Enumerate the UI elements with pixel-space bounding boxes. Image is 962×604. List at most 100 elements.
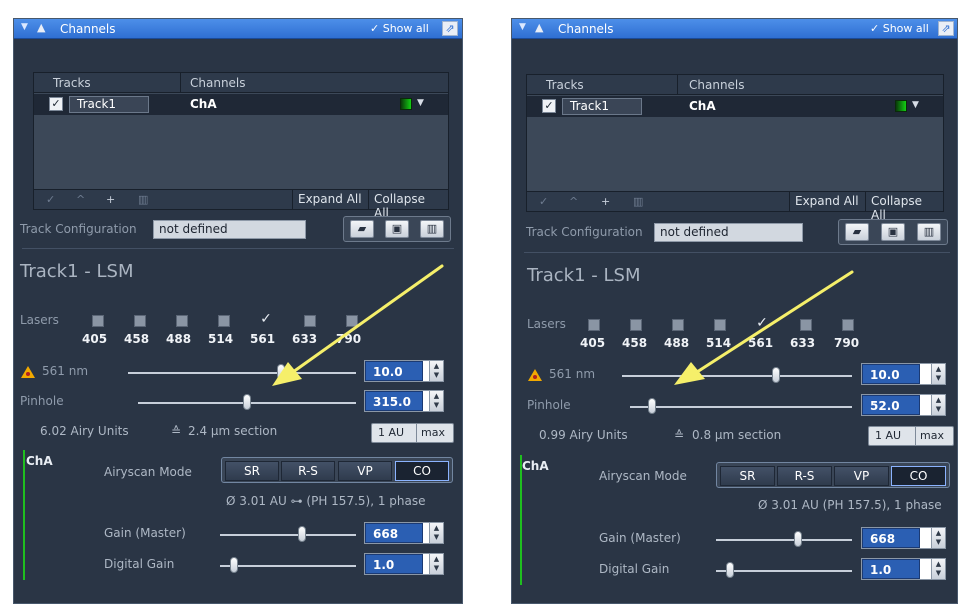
laser-checkbox-790[interactable]: [346, 315, 358, 327]
laser-power-slider[interactable]: [128, 372, 356, 374]
spin-arrows-icon[interactable]: ▲ ▼: [429, 523, 443, 543]
laser-power-slider-thumb[interactable]: [276, 364, 285, 380]
popout-icon[interactable]: ⇗: [442, 21, 458, 36]
laser-checkbox-561[interactable]: ✓: [260, 312, 272, 326]
laser-power-slider-thumb[interactable]: [772, 367, 781, 383]
delete-icon[interactable]: ▥: [917, 223, 941, 241]
channel-color-swatch[interactable]: [400, 98, 412, 110]
gain-value[interactable]: 668: [862, 528, 920, 548]
mode-sr-button[interactable]: SR: [225, 461, 279, 481]
panel-header[interactable]: ▼ ▲ Channels ✓ Show all ⇗: [14, 19, 462, 39]
show-all-toggle[interactable]: ✓ Show all: [370, 22, 429, 35]
track-name-field[interactable]: Track1: [562, 98, 642, 115]
laser-checkbox-405[interactable]: [588, 319, 600, 331]
laser-power-spinbox[interactable]: 10.0 ▲ ▼: [364, 360, 444, 382]
show-all-toggle[interactable]: ✓ Show all: [870, 22, 929, 35]
digital-gain-spinbox[interactable]: 1.0 ▲ ▼: [861, 558, 946, 580]
digital-gain-slider[interactable]: [716, 570, 852, 572]
track-checkbox[interactable]: ✓: [49, 97, 63, 111]
digital-gain-value[interactable]: 1.0: [365, 554, 423, 574]
laser-checkbox-458[interactable]: [134, 315, 146, 327]
save-icon[interactable]: ▣: [881, 223, 905, 241]
pinhole-slider-thumb[interactable]: [243, 394, 251, 410]
laser-power-value[interactable]: 10.0: [365, 361, 423, 381]
spin-arrows-icon[interactable]: ▲ ▼: [931, 364, 945, 384]
laser-checkbox-633[interactable]: [304, 315, 316, 327]
digital-gain-value[interactable]: 1.0: [862, 559, 920, 579]
pinhole-value[interactable]: 315.0: [365, 391, 423, 411]
expand-all-button[interactable]: Expand All: [789, 192, 864, 211]
save-icon[interactable]: ▣: [385, 220, 409, 238]
collapse-arrow-icon[interactable]: ▼: [519, 22, 526, 32]
popout-icon[interactable]: ⇗: [938, 21, 954, 36]
add-icon[interactable]: +: [601, 195, 610, 208]
one-au-button[interactable]: 1 AU: [374, 424, 408, 442]
channel-color-swatch[interactable]: [895, 100, 907, 112]
folder-open-icon[interactable]: ▰: [845, 223, 869, 241]
digital-gain-slider[interactable]: [220, 565, 356, 567]
spin-arrows-icon[interactable]: ▲ ▼: [931, 395, 945, 415]
folder-open-icon[interactable]: ▰: [350, 220, 374, 238]
gain-slider-thumb[interactable]: [297, 526, 306, 542]
trash-icon[interactable]: ▥: [138, 193, 148, 206]
laser-checkbox-514[interactable]: [714, 319, 726, 331]
laser-checkbox-488[interactable]: [672, 319, 684, 331]
laser-power-spinbox[interactable]: 10.0 ▲ ▼: [861, 363, 946, 385]
mode-vp-button[interactable]: VP: [834, 466, 889, 486]
laser-checkbox-790[interactable]: [842, 319, 854, 331]
track-config-field[interactable]: not defined: [153, 220, 306, 239]
expand-all-button[interactable]: Expand All: [292, 190, 367, 209]
laser-power-value[interactable]: 10.0: [862, 364, 920, 384]
mode-vp-button[interactable]: VP: [338, 461, 392, 481]
table-row[interactable]: ✓ Track1 ChA ▼: [527, 96, 943, 117]
spin-arrows-icon[interactable]: ▲ ▼: [429, 391, 443, 411]
trash-icon[interactable]: ▥: [633, 195, 643, 208]
collapse-arrow-icon[interactable]: ▼: [21, 22, 28, 32]
pinhole-slider-thumb[interactable]: [648, 398, 657, 414]
mode-co-button[interactable]: CO: [891, 466, 946, 486]
digital-gain-slider-thumb[interactable]: [229, 557, 238, 573]
panel-header[interactable]: ▼ ▲ Channels ✓ Show all ⇗: [512, 19, 957, 39]
max-button[interactable]: max: [915, 427, 948, 445]
gain-spinbox[interactable]: 668 ▲ ▼: [861, 527, 946, 549]
gain-spinbox[interactable]: 668 ▲ ▼: [364, 522, 444, 544]
laser-power-slider[interactable]: [622, 375, 852, 377]
track-config-field[interactable]: not defined: [654, 223, 803, 242]
delete-icon[interactable]: ▥: [420, 220, 444, 238]
laser-checkbox-514[interactable]: [218, 315, 230, 327]
collapse-all-button[interactable]: Collapse All: [865, 192, 943, 222]
laser-checkbox-488[interactable]: [176, 315, 188, 327]
add-icon[interactable]: +: [106, 193, 115, 206]
move-up-icon[interactable]: ^: [76, 193, 85, 206]
gain-slider[interactable]: [220, 534, 356, 536]
pinhole-value[interactable]: 52.0: [862, 395, 920, 415]
table-row[interactable]: ✓ Track1 ChA ▼: [34, 94, 448, 115]
chevron-down-icon[interactable]: ▼: [417, 98, 424, 108]
one-au-button[interactable]: 1 AU: [871, 427, 905, 445]
mode-sr-button[interactable]: SR: [720, 466, 775, 486]
mode-rs-button[interactable]: R-S: [281, 461, 335, 481]
laser-checkbox-633[interactable]: [800, 319, 812, 331]
spin-arrows-icon[interactable]: ▲ ▼: [429, 554, 443, 574]
move-down-icon[interactable]: ✓: [539, 195, 548, 208]
spin-arrows-icon[interactable]: ▲ ▼: [931, 559, 945, 579]
collapse-all-button[interactable]: Collapse All: [368, 190, 448, 220]
move-down-icon[interactable]: ✓: [46, 193, 55, 206]
digital-gain-slider-thumb[interactable]: [725, 562, 734, 578]
pinhole-spinbox[interactable]: 315.0 ▲ ▼: [364, 390, 444, 412]
pinhole-spinbox[interactable]: 52.0 ▲ ▼: [861, 394, 946, 416]
laser-checkbox-458[interactable]: [630, 319, 642, 331]
mode-rs-button[interactable]: R-S: [777, 466, 832, 486]
track-name-field[interactable]: Track1: [69, 96, 149, 113]
track-checkbox[interactable]: ✓: [542, 99, 556, 113]
gain-slider[interactable]: [716, 539, 852, 541]
digital-gain-spinbox[interactable]: 1.0 ▲ ▼: [364, 553, 444, 575]
move-up-icon[interactable]: ^: [569, 195, 578, 208]
pinhole-slider[interactable]: [630, 406, 852, 408]
spin-arrows-icon[interactable]: ▲ ▼: [429, 361, 443, 381]
gain-value[interactable]: 668: [365, 523, 423, 543]
mode-co-button[interactable]: CO: [395, 461, 449, 481]
gain-slider-thumb[interactable]: [793, 531, 802, 547]
laser-checkbox-561[interactable]: ✓: [756, 316, 768, 330]
spin-arrows-icon[interactable]: ▲ ▼: [931, 528, 945, 548]
